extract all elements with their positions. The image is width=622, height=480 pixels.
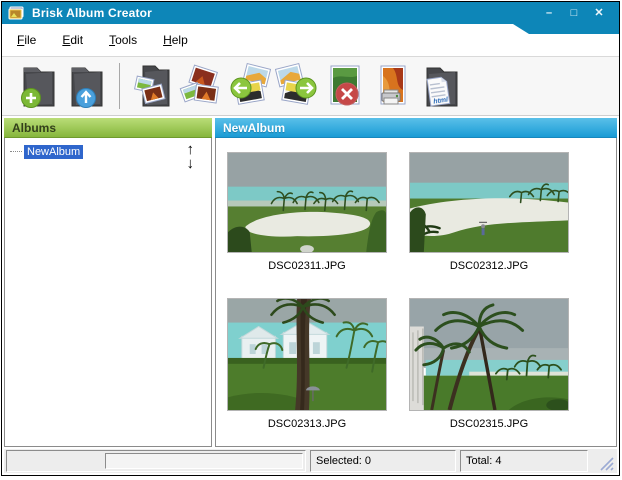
delete-photo-button[interactable] (321, 60, 369, 112)
thumbnail-image (227, 152, 387, 253)
photos-arrow-right-icon (275, 62, 317, 105)
albums-panel-header: Albums (4, 118, 212, 138)
album-view-header: NewAlbum (215, 118, 617, 138)
app-window: Brisk Album Creator – □ ✕ File Edit Tool… (1, 1, 620, 476)
titlebar-skin-tab (513, 24, 619, 34)
tree-item-newalbum[interactable]: NewAlbum (5, 144, 211, 159)
photos-arrow-left-icon (230, 62, 271, 105)
photo-print-icon (380, 65, 406, 105)
thumbnail-filename: DSC02311.JPG (268, 260, 346, 272)
status-total: Total: 4 (460, 450, 588, 472)
thumbnail-dsc02315[interactable]: DSC02315.JPG (398, 298, 580, 430)
statusbar: Selected: 0 Total: 4 (4, 449, 617, 473)
thumbnail-dsc02313[interactable]: DSC02313.JPG (216, 298, 398, 430)
thumbnail-image (409, 298, 569, 411)
menu-file[interactable]: File (14, 31, 39, 49)
menu-help[interactable]: Help (160, 31, 191, 49)
thumbnail-filename: DSC02312.JPG (449, 260, 529, 272)
main-area: Albums NewAlbum ↑ ↓ NewAlbum DSC02311.JP… (4, 118, 617, 447)
toolbar-separator (119, 63, 120, 109)
photo-stack-icon (179, 64, 219, 104)
album-up-button[interactable] (62, 60, 110, 112)
thumbnail-filename: DSC02315.JPG (449, 418, 529, 430)
albums-tree: NewAlbum ↑ ↓ (4, 138, 212, 447)
close-button[interactable]: ✕ (593, 6, 605, 20)
tree-item-label: NewAlbum (24, 144, 84, 159)
thumbnail-filename: DSC02313.JPG (267, 418, 347, 430)
folder-html-icon: html (426, 67, 458, 107)
thumbnail-image (409, 152, 569, 253)
app-icon[interactable] (8, 5, 26, 21)
thumbnail-dsc02311[interactable]: DSC02311.JPG (216, 152, 398, 272)
add-photos-button[interactable] (129, 60, 177, 112)
photo-delete-icon (330, 65, 360, 106)
move-photo-right-button[interactable] (273, 60, 321, 112)
resize-grip[interactable] (597, 454, 615, 472)
status-selected: Selected: 0 (310, 450, 456, 472)
tree-branch-line (10, 151, 22, 152)
new-album-button[interactable] (14, 60, 62, 112)
menu-edit[interactable]: Edit (59, 31, 86, 49)
print-photo-button[interactable] (369, 60, 417, 112)
albums-panel: Albums NewAlbum ↑ ↓ (4, 118, 212, 447)
toolbar: html (2, 57, 619, 116)
titlebar: Brisk Album Creator – □ ✕ (2, 2, 619, 34)
move-album-down-icon[interactable]: ↓ (187, 156, 195, 171)
thumbnail-grid: DSC02311.JPG DSC02312.JPG DSC02313.JPG D… (215, 138, 617, 447)
status-progress-panel (6, 450, 306, 472)
progress-bar (105, 453, 303, 469)
menu-tools[interactable]: Tools (106, 31, 140, 49)
photo-stack-button[interactable] (177, 60, 225, 112)
window-title: Brisk Album Creator (32, 6, 153, 20)
export-html-button[interactable]: html (417, 60, 465, 112)
thumbnail-dsc02312[interactable]: DSC02312.JPG (398, 152, 580, 272)
maximize-button[interactable]: □ (568, 6, 580, 20)
folder-photos-icon (134, 65, 170, 107)
album-view-panel: NewAlbum DSC02311.JPG DSC02312.JPG DSC02… (215, 118, 617, 447)
thumbnail-image (227, 298, 387, 411)
folder-add-icon (21, 67, 55, 108)
move-photo-left-button[interactable] (225, 60, 273, 112)
folder-up-arrow-icon (71, 67, 103, 108)
minimize-button[interactable]: – (543, 6, 555, 20)
